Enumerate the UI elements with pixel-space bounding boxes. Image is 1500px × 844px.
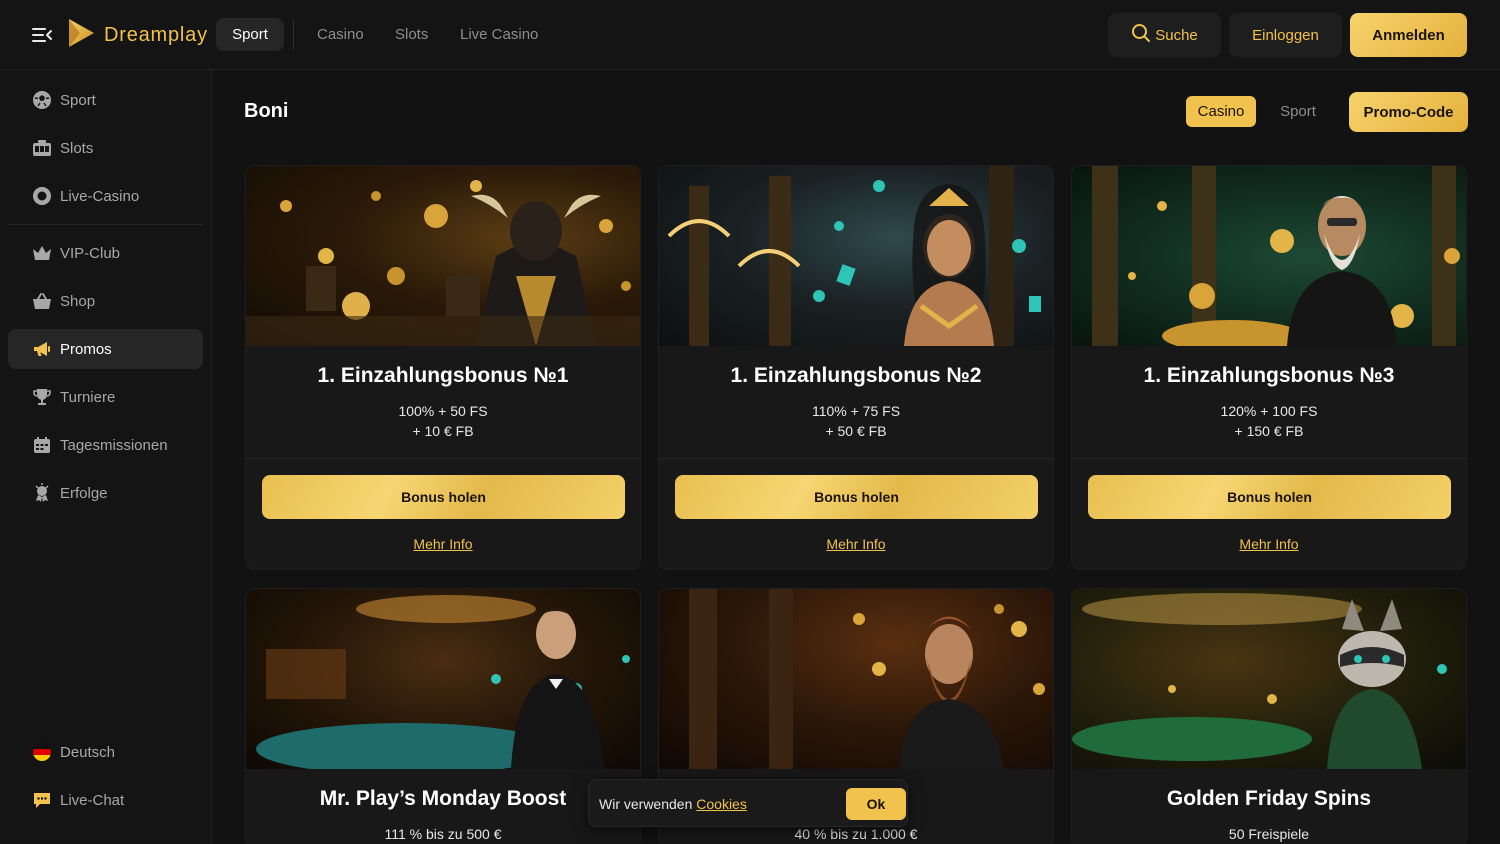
top-header: Dreamplay Sport Casino Slots Live Casino… [0,0,1500,70]
cookie-ok-button[interactable]: Ok [846,788,906,820]
more-info-link[interactable]: Mehr Info [659,536,1053,552]
bonus-card-image [659,589,1053,769]
get-bonus-button[interactable]: Bonus holen [1088,475,1451,519]
nav-slots-link[interactable]: Slots [395,26,428,43]
bonus-card-image [1072,589,1466,769]
filter-sport-tab[interactable]: Sport [1264,96,1332,127]
nav-live-casino-link[interactable]: Live Casino [460,26,538,43]
bonus-card-line-1: 120% + 100 FS [1220,403,1318,419]
search-label: Suche [1155,26,1198,44]
sidebar-item-label: Sport [60,91,96,109]
bonus-card-image [246,589,640,769]
logo-text: Dreamplay [104,24,208,46]
bonus-card-line-1: 50 Freispiele [1228,826,1310,842]
bonus-card: 1. Einzahlungsbonus №1 100% + 50 FS + 10… [245,165,641,570]
sidebar-item-erfolge[interactable]: Erfolge [8,473,203,513]
bonus-card-title: 1. Einzahlungsbonus №1 [317,364,569,387]
award-icon [32,483,52,503]
bonus-card: Golden Friday Spins 50 Freispiele [1071,588,1467,844]
cookie-message: Wir verwenden [599,796,693,812]
bonus-card-title: 1. Einzahlungsbonus №3 [1143,364,1395,387]
bonus-card-title: Golden Friday Spins [1166,787,1372,810]
sidebar-item-live-casino[interactable]: Live-Casino [8,176,203,216]
bonus-card-line-2: + 150 € FB [1234,423,1304,439]
page-title: Boni [244,100,289,122]
sidebar-item-label: Promos [60,340,112,358]
sidebar-item-label: Turniere [60,388,116,406]
card-divider [1072,458,1466,459]
filter-casino-tab[interactable]: Casino [1186,96,1256,127]
bonus-card-line-1: 111 % bis zu 500 € [384,826,502,842]
more-info-link[interactable]: Mehr Info [1072,536,1466,552]
sidebar-item-vip-club[interactable]: VIP-Club [8,233,203,273]
card-divider [246,458,640,459]
german-flag-icon [32,742,52,762]
sidebar-item-label: Shop [60,292,96,310]
card-divider [659,458,1053,459]
sidebar-divider [8,224,203,225]
bonus-card: 1. Einzahlungsbonus №3 120% + 100 FS + 1… [1071,165,1467,570]
bonus-card-line-2: + 10 € FB [412,423,474,439]
bonus-card-image [1072,166,1466,346]
bonus-card-image [659,166,1053,346]
sidebar-item-label: Slots [60,139,94,157]
more-info-link[interactable]: Mehr Info [246,536,640,552]
bonus-card-line-2: + 50 € FB [825,423,887,439]
sidebar-item-sport[interactable]: Sport [8,80,203,120]
bonus-card: Mr. Play’s Monday Boost 111 % bis zu 500… [245,588,641,844]
bonus-card: 1. Einzahlungsbonus №2 110% + 75 FS + 50… [658,165,1054,570]
sidebar-item-tagesmissionen[interactable]: Tagesmissionen [8,425,203,465]
live-chat-label: Live-Chat [60,791,125,809]
get-bonus-button[interactable]: Bonus holen [262,475,625,519]
trophy-icon [32,387,52,407]
cookie-banner: Wir verwenden Cookies Ok [588,779,908,827]
sidebar-item-label: Live-Casino [60,187,140,205]
language-label: Deutsch [60,743,116,761]
login-button[interactable]: Einloggen [1229,13,1342,57]
language-selector[interactable]: Deutsch [8,732,203,772]
bonus-card-title: Mr. Play’s Monday Boost [319,787,567,810]
search-button[interactable]: Suche [1108,13,1221,57]
nav-casino-link[interactable]: Casino [317,26,364,43]
sidebar-item-label: Tagesmissionen [60,436,168,454]
slot-machine-icon [32,138,52,158]
sidebar-item-label: Erfolge [60,484,108,502]
nav-sport-tab[interactable]: Sport [216,18,284,51]
sidebar: Sport Slots Live-Casino VIP-Club Shop Pr… [0,70,212,844]
sidebar-item-promos[interactable]: Promos [8,329,203,369]
sidebar-item-turniere[interactable]: Turniere [8,377,203,417]
search-icon [1131,23,1155,47]
logo[interactable]: Dreamplay [66,17,208,54]
cookie-text: Wir verwenden Cookies [599,796,747,812]
nav-divider [293,20,294,50]
live-chat-button[interactable]: Live-Chat [8,780,203,820]
megaphone-icon [32,339,52,359]
logo-play-icon [66,17,96,54]
bonus-card-title: 1. Einzahlungsbonus №2 [730,364,982,387]
bonus-card-image [246,166,640,346]
get-bonus-button[interactable]: Bonus holen [675,475,1038,519]
register-button[interactable]: Anmelden [1350,13,1467,57]
sidebar-item-slots[interactable]: Slots [8,128,203,168]
soccer-ball-icon [32,90,52,110]
chip-icon [32,186,52,206]
menu-toggle-icon[interactable] [31,24,53,46]
chat-icon [32,790,52,810]
cookies-link[interactable]: Cookies [696,796,747,812]
shopping-basket-icon [32,291,52,311]
bonus-card-line-1: 110% + 75 FS [811,403,901,419]
sidebar-item-shop[interactable]: Shop [8,281,203,321]
sidebar-item-label: VIP-Club [60,244,121,262]
crown-icon [32,243,52,263]
promo-code-button[interactable]: Promo-Code [1349,92,1468,132]
bonus-card-line-1: 40 % bis zu 1.000 € [794,826,918,842]
bonus-card-line-1: 100% + 50 FS [398,403,488,419]
calendar-icon [32,435,52,455]
